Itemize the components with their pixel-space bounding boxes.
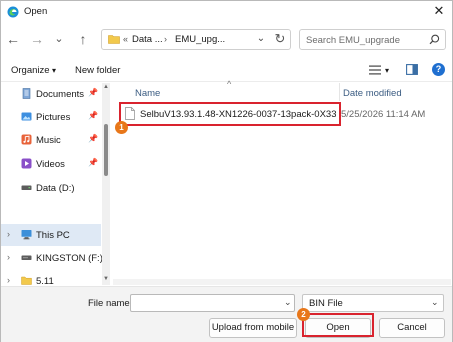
organize-menu-button[interactable]: Organize xyxy=(11,65,50,76)
sidebar-item-pictures[interactable]: Pictures 📌 xyxy=(1,106,101,128)
expand-chevron-icon[interactable]: › xyxy=(7,275,10,285)
open-file-dialog: Open ✕ ← → ⌄ ↑ « Data ... › EMU_upg... ⌄… xyxy=(0,0,453,342)
usb-drive-icon xyxy=(21,255,32,260)
sidebar-item-label: Videos xyxy=(36,159,65,170)
arrow-up-icon[interactable]: ↑ xyxy=(74,30,92,48)
sidebar-item-data-drive[interactable]: Data (D:) xyxy=(1,177,101,199)
cancel-button[interactable]: Cancel xyxy=(379,318,445,338)
scroll-thumb[interactable] xyxy=(104,124,108,176)
sidebar-item-folder-5-11[interactable]: › 5.11 xyxy=(1,270,101,285)
file-name-input[interactable] xyxy=(135,297,275,309)
file-name-label: File name: xyxy=(88,298,133,309)
chevron-down-icon[interactable]: ⌄ xyxy=(50,30,68,48)
drive-icon xyxy=(21,185,32,190)
organize-caret-icon[interactable]: ▾ xyxy=(52,66,56,75)
view-options-icon[interactable] xyxy=(369,65,381,75)
new-folder-button[interactable]: New folder xyxy=(75,65,120,76)
search-input[interactable] xyxy=(306,33,424,47)
sidebar-item-label: Music xyxy=(36,135,61,146)
pc-icon xyxy=(21,230,32,240)
scroll-up-icon[interactable]: ▲ xyxy=(103,84,109,90)
column-divider[interactable] xyxy=(339,83,340,101)
search-icon[interactable] xyxy=(429,34,440,45)
sidebar-item-label: Documents xyxy=(36,89,85,100)
navigation-pane-scrollbar[interactable]: ▲ ▼ xyxy=(102,83,110,285)
sidebar-item-label: This PC xyxy=(36,230,70,241)
upload-from-mobile-button[interactable]: Upload from mobile xyxy=(209,318,297,338)
file-date-modified: 5/25/2026 11:14 AM xyxy=(341,109,426,120)
sidebar-item-label: Data (D:) xyxy=(36,183,75,194)
sidebar-item-music[interactable]: Music 📌 xyxy=(1,129,101,151)
chevron-down-icon[interactable]: ⌄ xyxy=(284,297,292,308)
pin-icon[interactable]: 📌 xyxy=(88,158,98,167)
pin-icon[interactable]: 📌 xyxy=(88,88,98,97)
close-icon[interactable]: ✕ xyxy=(432,4,446,18)
breadcrumb-segment-data[interactable]: Data ... xyxy=(132,34,163,45)
pin-icon[interactable]: 📌 xyxy=(88,111,98,120)
edge-browser-icon xyxy=(7,6,19,18)
scroll-down-icon[interactable]: ▼ xyxy=(103,276,109,282)
file-name-field[interactable]: ⌄ xyxy=(130,294,295,312)
step-1-badge: 1 xyxy=(115,121,128,134)
preview-pane-icon[interactable] xyxy=(406,64,418,75)
arrow-left-icon[interactable]: ← xyxy=(4,30,22,48)
file-type-value: BIN File xyxy=(309,298,343,309)
sidebar-item-this-pc[interactable]: › This PC xyxy=(1,224,101,246)
breadcrumb-separator[interactable]: › xyxy=(164,34,167,44)
pictures-icon xyxy=(21,112,32,121)
address-dropdown-icon[interactable]: ⌄ xyxy=(254,32,268,46)
file-list-scrollbar[interactable] xyxy=(113,279,451,285)
refresh-icon[interactable]: ↻ xyxy=(273,31,287,47)
step-1-highlight xyxy=(119,102,341,126)
arrow-right-icon[interactable]: → xyxy=(28,30,46,48)
breadcrumb-overflow[interactable]: « xyxy=(123,34,128,44)
sidebar-item-videos[interactable]: Videos 📌 xyxy=(1,153,101,175)
sidebar-item-label: 5.11 xyxy=(36,276,54,285)
sidebar-item-kingston[interactable]: › KINGSTON (F:) xyxy=(1,247,103,269)
navigation-pane: Documents 📌 Pictures 📌 Music 📌 Videos 📌 … xyxy=(1,83,111,285)
step-2-badge: 2 xyxy=(297,308,310,321)
sort-ascending-icon: ^ xyxy=(227,79,232,89)
title-bar: Open ✕ xyxy=(1,1,452,23)
file-type-select[interactable]: BIN File ⌄ xyxy=(302,294,444,312)
chevron-down-icon[interactable]: ⌄ xyxy=(431,297,439,308)
documents-icon xyxy=(22,88,31,99)
folder-icon xyxy=(21,276,32,285)
music-icon xyxy=(21,134,32,145)
search-box xyxy=(299,29,446,50)
folder-icon xyxy=(108,35,120,44)
sidebar-item-label: Pictures xyxy=(36,112,71,123)
breadcrumb-segment-emu[interactable]: EMU_upg... xyxy=(175,34,225,45)
expand-chevron-icon[interactable]: › xyxy=(7,229,10,239)
step-2-highlight xyxy=(302,313,374,337)
sidebar-item-documents[interactable]: Documents 📌 xyxy=(1,83,101,105)
videos-icon xyxy=(21,158,32,169)
help-icon[interactable]: ? xyxy=(432,63,445,76)
dialog-footer: File name: ⌄ BIN File ⌄ Upload from mobi… xyxy=(1,286,452,342)
view-caret-icon[interactable]: ▾ xyxy=(385,66,389,75)
window-title: Open xyxy=(24,6,48,17)
pin-icon[interactable]: 📌 xyxy=(88,134,98,143)
sidebar-item-label: KINGSTON (F:) xyxy=(36,253,103,264)
expand-chevron-icon[interactable]: › xyxy=(7,252,10,262)
